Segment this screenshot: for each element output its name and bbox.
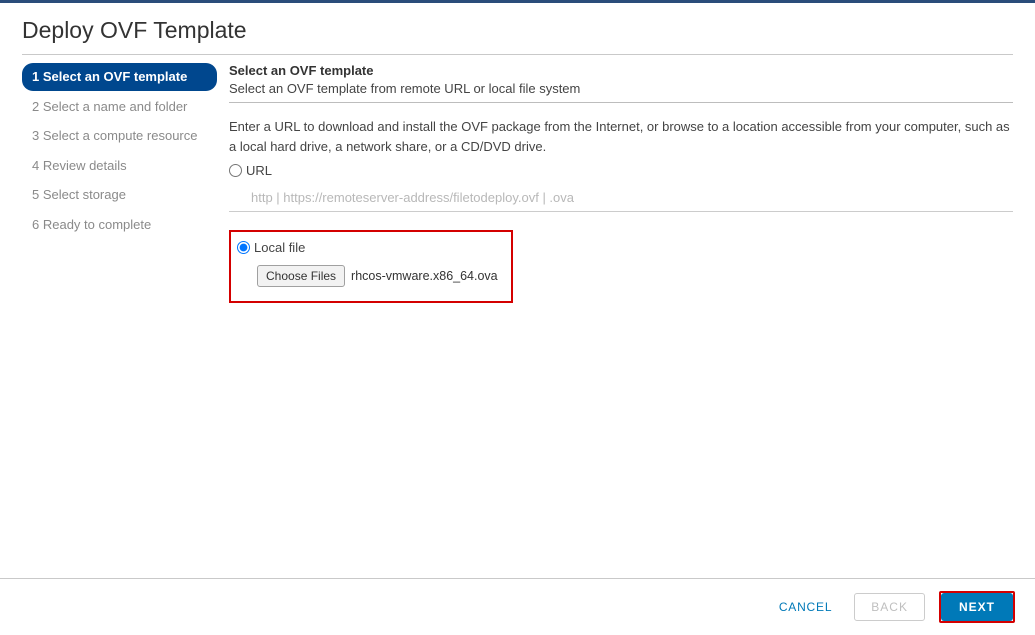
url-input[interactable]: [229, 184, 1013, 212]
choose-files-button[interactable]: Choose Files: [257, 265, 345, 287]
local-file-radio[interactable]: [237, 241, 250, 254]
step-3-compute: 3 Select a compute resource: [22, 122, 217, 150]
wizard-steps: 1 Select an OVF template 2 Select a name…: [22, 63, 217, 578]
step-1-select-ovf[interactable]: 1 Select an OVF template: [22, 63, 217, 91]
step-2-name-folder: 2 Select a name and folder: [22, 93, 217, 121]
page-title: Deploy OVF Template: [22, 17, 1013, 44]
step-5-storage: 5 Select storage: [22, 181, 217, 209]
local-file-radio-label: Local file: [254, 240, 305, 255]
step-6-complete: 6 Ready to complete: [22, 211, 217, 239]
selected-file-name: rhcos-vmware.x86_64.ova: [351, 269, 498, 283]
step-4-review: 4 Review details: [22, 152, 217, 180]
wizard-footer: CANCEL BACK NEXT: [0, 578, 1035, 635]
content-subtitle: Select an OVF template from remote URL o…: [229, 81, 1013, 96]
url-radio[interactable]: [229, 164, 242, 177]
cancel-button[interactable]: CANCEL: [779, 600, 832, 614]
back-button: BACK: [854, 593, 925, 621]
content-description: Enter a URL to download and install the …: [229, 117, 1013, 157]
divider: [229, 102, 1013, 103]
next-highlight: NEXT: [939, 591, 1015, 623]
next-button[interactable]: NEXT: [941, 593, 1013, 621]
url-radio-label: URL: [246, 163, 272, 178]
local-file-block: Local file Choose Files rhcos-vmware.x86…: [229, 230, 513, 303]
content-title: Select an OVF template: [229, 63, 1013, 78]
